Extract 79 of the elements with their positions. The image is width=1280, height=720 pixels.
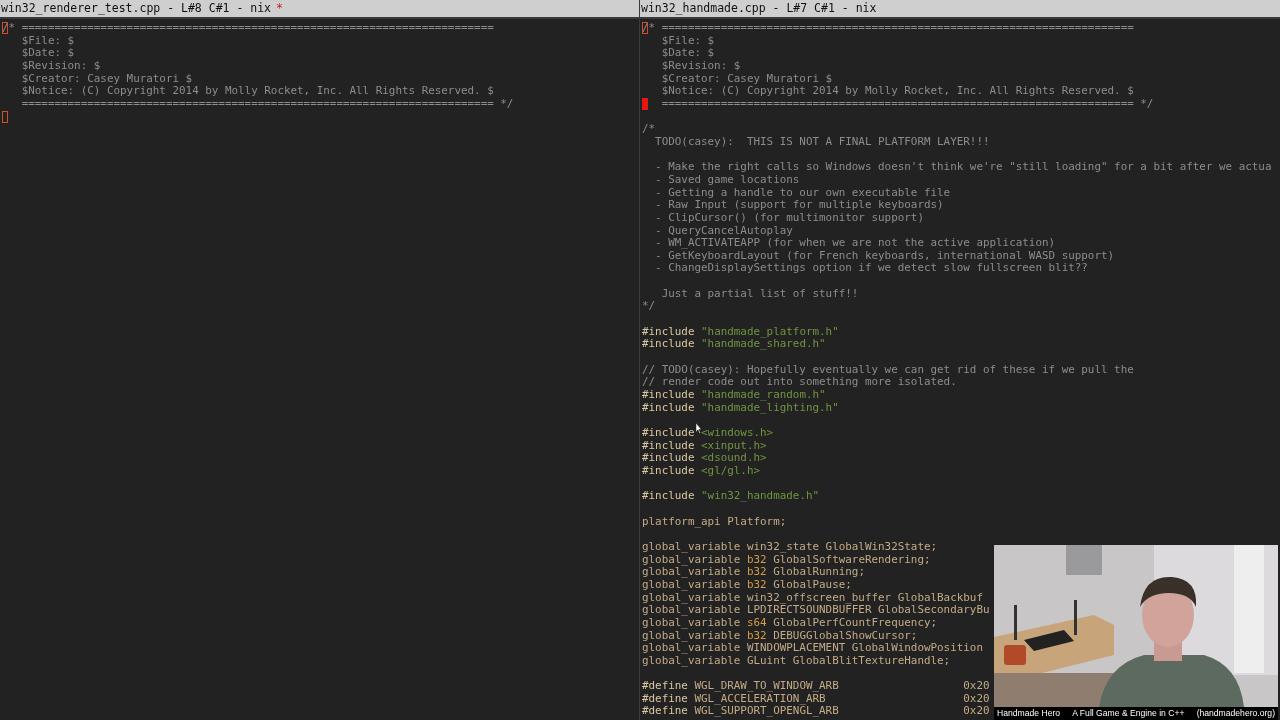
preprocessor-directive: #include [642,400,695,414]
comment-text: $Notice: (C) Copyright 2014 by Molly Rocket, Inc. All Rights Reserved. $ [660,84,1134,98]
preprocessor-directive: #include [642,489,695,503]
code-text: global_variable [642,577,741,591]
comment-text: // render code out into something more isolated. [642,375,957,389]
comment-text: /* [642,122,656,136]
comment-text: ======================================================================== */ [20,96,514,110]
comment-text: - Raw Input (support for multiple keyboards) [654,198,944,212]
file-title: win32_renderer_test.cpp - L#8 C#1 - nix [1,0,272,17]
preprocessor-directive: #include [642,324,695,338]
preprocessor-directive: #define [642,679,688,693]
string-literal: "handmade_random.h" [701,388,826,402]
code-text: WGL_DRAW_TO_WINDOW_ARB 0x20 [694,679,990,693]
mouse-pointer-icon [695,423,702,434]
code-text: platform_api Platform; [642,514,787,528]
code-text: global_variable win32_state GlobalWin32State; [642,539,938,553]
preprocessor-directive: #include [642,426,695,439]
preprocessor-directive: #define [642,704,688,718]
code-text: GlobalRunning; [773,565,865,579]
string-literal: <xinput.h> [701,438,767,452]
code-text: DEBUGGlobalShowCursor; [773,628,918,642]
preprocessor-directive: #include [642,388,695,402]
comment-text: - QueryCancelAutoplay [654,223,793,237]
caption-text: (handmadehero.org) [1196,707,1275,720]
code-text: WGL_ACCELERATION_ARB 0x20 [694,691,990,705]
preprocessor-directive: #include [642,451,695,465]
comment-text: - Getting a handle to our own executable file [654,185,951,199]
code-text: global_variable win32_offscreen_buffer GlobalBackbuf [642,590,983,604]
code-text: global_variable [642,615,741,629]
comment-text: TODO(casey): THIS IS NOT A FINAL PLATFORM LAYER!!! [654,134,990,148]
string-literal: "handmade_lighting.h" [701,400,839,414]
comment-text: // TODO(casey): Hopefully eventually we can get rid of these if we pull the [642,362,1134,376]
code-text: global_variable GLuint GlobalBlitTextureHandle; [642,653,951,667]
code-text: global_variable WINDOWPLACEMENT GlobalWindowPosition [642,641,983,655]
preprocessor-directive: #include [642,463,695,477]
string-literal: <windows.h> [701,426,774,439]
code-text: GlobalSoftwareRendering; [773,552,931,566]
string-literal: "win32_handmade.h" [701,489,820,503]
string-literal: "handmade_shared.h" [701,337,826,351]
type-keyword: s64 [746,615,767,629]
comment-text: - Saved game locations [654,172,800,186]
type-keyword: b32 [746,565,767,579]
code-text: global_variable LPDIRECTSOUNDBUFFER GlobalSecondaryBu [642,603,990,617]
preprocessor-directive: #define [642,691,688,705]
comment-text: */ [642,299,656,313]
comment-text: $Revision: $ [660,58,741,72]
preprocessor-directive: #include [642,337,695,351]
file-title: win32_handmade.cpp - L#7 C#1 - nix [641,0,877,17]
comment-text: - GetKeyboardLayout (for French keyboards, international WASD support) [654,248,1115,262]
modified-marker: * [276,0,283,17]
comment-text: ======================================================================== */ [660,96,1154,110]
string-literal: "handmade_platform.h" [701,324,839,338]
string-literal: <dsound.h> [701,451,767,465]
comment-text: $Date: $ [660,46,715,60]
comment-text: $Creator: Casey Muratori $ [660,71,833,85]
string-literal: <gl/gl.h> [701,463,761,477]
type-keyword: b32 [746,577,767,591]
code-text: global_variable [642,628,741,642]
type-keyword: b32 [746,552,767,566]
comment-text: $File: $ [20,33,75,47]
comment-text: $Revision: $ [20,58,101,72]
comment-text: $Creator: Casey Muratori $ [20,71,193,85]
type-keyword: b32 [746,628,767,642]
caption-text: A Full Game & Engine in C++ [1072,707,1185,720]
preprocessor-directive: #include [642,438,695,452]
caption-text: Handmade Hero [997,707,1061,720]
comment-text: $Date: $ [20,46,75,60]
comment-text: - Make the right calls so Windows doesn't think we're "still loading" for a bit after we actua [654,160,1272,174]
code-text: GlobalPause; [773,577,852,591]
code-text: global_variable [642,565,741,579]
code-text: GlobalPerfCountFrequency; [773,615,938,629]
comment-text: - ChangeDisplaySettings option if we detect slow fullscreen blit?? [654,261,1088,275]
code-text: global_variable [642,552,741,566]
comment-text: Just a partial list of stuff!! [660,286,859,300]
comment-text: - ClipCursor() (for multimonitor support) [654,210,924,224]
comment-text: - WM_ACTIVATEAPP (for when we are not the active application) [654,236,1056,250]
comment-text: $File: $ [660,33,715,47]
code-text: WGL_SUPPORT_OPENGL_ARB 0x20 [694,704,990,718]
comment-text: $Notice: (C) Copyright 2014 by Molly Rocket, Inc. All Rights Reserved. $ [20,84,494,98]
